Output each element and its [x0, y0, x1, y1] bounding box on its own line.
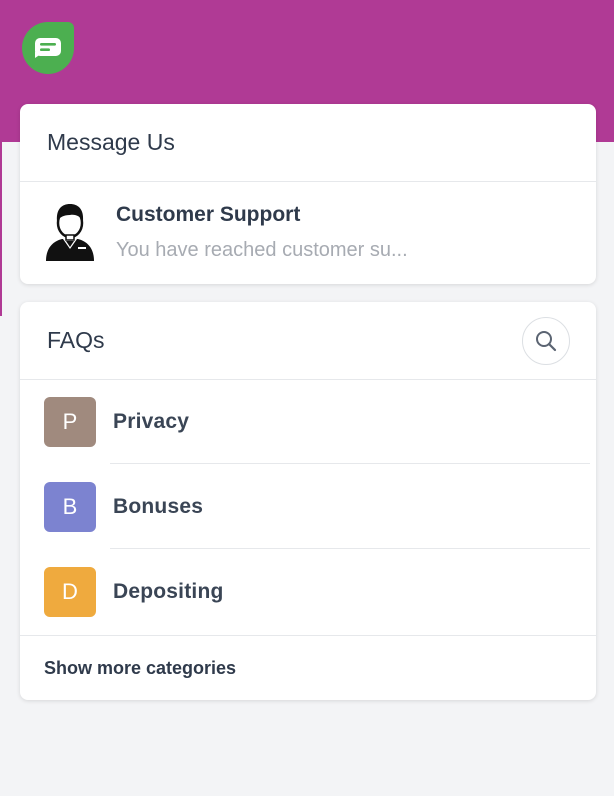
message-us-header: Message Us — [20, 104, 596, 182]
faq-category-list: P Privacy B Bonuses D Depositing — [20, 380, 596, 634]
search-button[interactable] — [522, 316, 570, 365]
support-name: Customer Support — [116, 202, 301, 226]
category-label: Depositing — [113, 579, 224, 603]
category-label: Bonuses — [113, 494, 204, 518]
search-icon — [536, 330, 557, 351]
category-label: Privacy — [113, 410, 190, 433]
chat-bubble-icon — [22, 22, 74, 74]
faq-title: FAQs — [47, 327, 105, 353]
category-badge: D — [44, 566, 96, 617]
faq-category-privacy[interactable]: P Privacy — [20, 380, 596, 464]
category-badge: B — [44, 481, 96, 532]
faq-category-bonuses[interactable]: B Bonuses — [20, 464, 596, 549]
faq-category-depositing[interactable]: D Depositing — [20, 549, 596, 634]
message-us-title: Message Us — [47, 129, 175, 155]
category-badge: P — [44, 397, 96, 447]
support-agent-icon — [46, 204, 94, 261]
support-message-preview: You have reached customer su... — [116, 238, 408, 261]
page: Message Us Customer Support You have rea… — [0, 0, 614, 796]
faq-card: FAQs P Privacy B Bonuses D Depositing Sh… — [20, 302, 596, 700]
customer-support-conversation[interactable]: Customer Support You have reached custom… — [20, 182, 596, 282]
faq-header: FAQs — [20, 302, 596, 380]
message-us-card: Message Us Customer Support You have rea… — [20, 104, 596, 284]
show-more-categories-link[interactable]: Show more categories — [20, 635, 596, 700]
banner-edge — [0, 142, 2, 316]
